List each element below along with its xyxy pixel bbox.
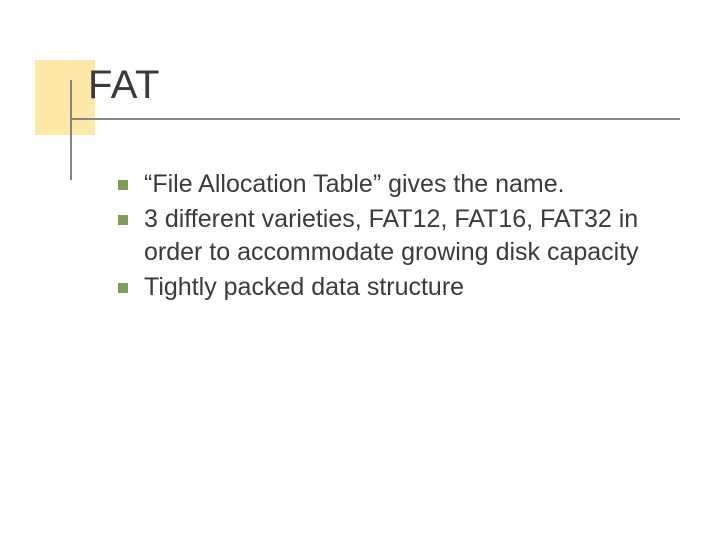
bullet-text: “File Allocation Table” gives the name. — [144, 168, 565, 201]
slide-title: FAT — [88, 63, 160, 108]
slide: FAT “File Allocation Table” gives the na… — [0, 0, 720, 540]
list-item: “File Allocation Table” gives the name. — [118, 168, 658, 201]
decorative-corner-block — [35, 60, 95, 135]
bullet-square-icon — [118, 180, 128, 190]
list-item: 3 different varieties, FAT12, FAT16, FAT… — [118, 203, 658, 269]
bullet-square-icon — [118, 215, 128, 225]
bullet-square-icon — [118, 283, 128, 293]
decorative-vertical-line — [70, 80, 72, 180]
list-item: Tightly packed data structure — [118, 271, 658, 304]
bullet-text: 3 different varieties, FAT12, FAT16, FAT… — [144, 203, 658, 269]
decorative-horizontal-line — [70, 118, 680, 120]
bullet-list: “File Allocation Table” gives the name. … — [118, 168, 658, 306]
bullet-text: Tightly packed data structure — [144, 271, 464, 304]
